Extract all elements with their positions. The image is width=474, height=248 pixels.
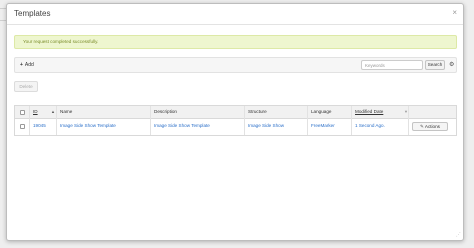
column-header-modified-date[interactable]: Modified Date [355, 109, 383, 114]
table-row: 19045 Image Side Show Template Image Sid… [15, 118, 456, 135]
row-checkbox[interactable] [20, 124, 25, 129]
column-header-description: Description [154, 109, 177, 114]
cell-modified-date[interactable]: 1 Second Ago. [355, 123, 385, 128]
close-icon[interactable]: × [452, 8, 457, 18]
toolbar: + Add Keywords Search ⚙ [14, 57, 457, 73]
delete-button[interactable]: Delete [14, 81, 38, 92]
cell-language[interactable]: FreeMarker [311, 123, 335, 128]
add-label: Add [24, 62, 34, 68]
dialog-title: Templates [14, 9, 51, 18]
plus-icon: + [20, 62, 23, 68]
column-header-id[interactable]: ID [33, 109, 38, 114]
wrench-icon: ✎ [420, 124, 424, 129]
dialog-header: Templates × [7, 4, 463, 25]
templates-dialog: Templates × Your request completed succe… [6, 3, 464, 241]
add-button[interactable]: + Add [20, 61, 34, 69]
column-header-name: Name [60, 109, 73, 114]
success-alert: Your request completed successfully. [14, 35, 457, 49]
search-input[interactable]: Keywords [361, 60, 423, 70]
alert-message: Your request completed successfully. [23, 39, 99, 44]
cell-structure[interactable]: Image Side Show [248, 123, 284, 128]
gear-icon[interactable]: ⚙ [449, 60, 454, 70]
column-header-structure: Structure [248, 109, 267, 114]
cell-id[interactable]: 19045 [33, 123, 46, 128]
templates-table: ID ▲ Name Description Structure Language… [14, 105, 457, 136]
cell-name[interactable]: Image Side Show Template [60, 123, 116, 128]
actions-button[interactable]: ✎Actions [412, 122, 448, 131]
select-all-checkbox[interactable] [20, 110, 25, 115]
search-button[interactable]: Search [425, 60, 445, 70]
resize-handle-icon[interactable]: ⋰ [456, 232, 461, 238]
actions-label: Actions [424, 124, 440, 129]
cell-description[interactable]: Image Side Show Template [154, 123, 210, 128]
column-header-language: Language [311, 109, 332, 114]
sort-up-icon: ▲ [51, 109, 55, 114]
